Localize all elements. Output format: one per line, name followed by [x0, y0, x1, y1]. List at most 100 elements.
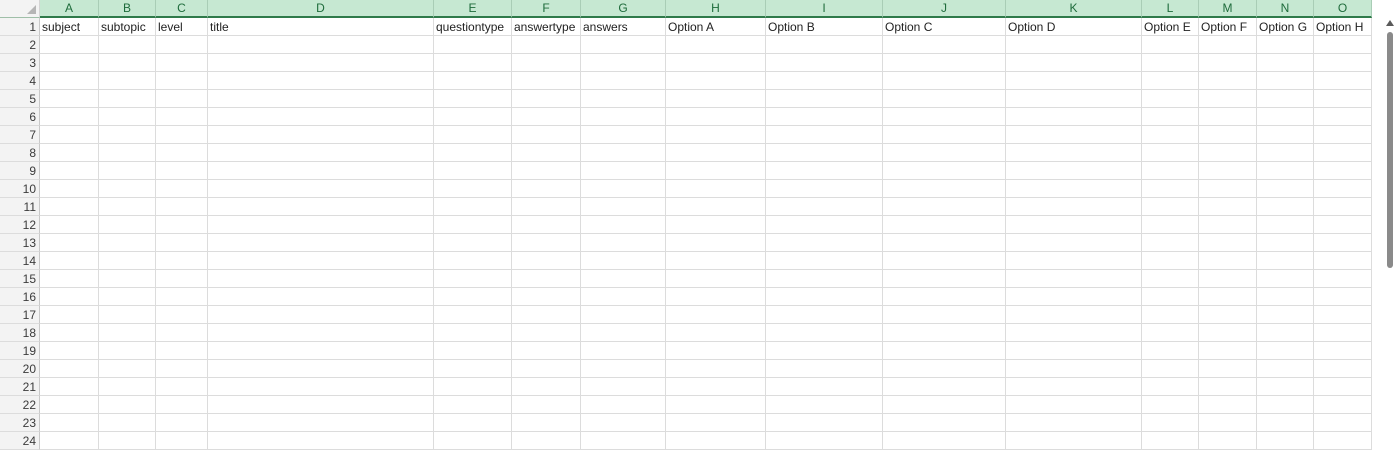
cell-d22[interactable]: [208, 396, 434, 414]
cell-b11[interactable]: [99, 198, 156, 216]
cell-i18[interactable]: [766, 324, 883, 342]
cell-i20[interactable]: [766, 360, 883, 378]
cell-o23[interactable]: [1314, 414, 1372, 432]
cell-i5[interactable]: [766, 90, 883, 108]
cell-n7[interactable]: [1257, 126, 1314, 144]
cell-k22[interactable]: [1006, 396, 1142, 414]
cell-g11[interactable]: [581, 198, 666, 216]
cell-c14[interactable]: [156, 252, 208, 270]
cell-b24[interactable]: [99, 432, 156, 450]
cell-g21[interactable]: [581, 378, 666, 396]
cell-h5[interactable]: [666, 90, 766, 108]
row-header-18[interactable]: 18: [0, 324, 40, 342]
cell-a23[interactable]: [40, 414, 99, 432]
cell-e23[interactable]: [434, 414, 512, 432]
cell-h21[interactable]: [666, 378, 766, 396]
cell-e3[interactable]: [434, 54, 512, 72]
cell-o10[interactable]: [1314, 180, 1372, 198]
cell-o9[interactable]: [1314, 162, 1372, 180]
cell-f6[interactable]: [512, 108, 581, 126]
cell-i10[interactable]: [766, 180, 883, 198]
cell-j9[interactable]: [883, 162, 1006, 180]
cell-o11[interactable]: [1314, 198, 1372, 216]
cell-m4[interactable]: [1199, 72, 1257, 90]
row-header-19[interactable]: 19: [0, 342, 40, 360]
cell-k16[interactable]: [1006, 288, 1142, 306]
cell-k1[interactable]: Option D: [1006, 18, 1142, 36]
cell-b19[interactable]: [99, 342, 156, 360]
cell-o3[interactable]: [1314, 54, 1372, 72]
cell-k24[interactable]: [1006, 432, 1142, 450]
cell-a6[interactable]: [40, 108, 99, 126]
column-header-j[interactable]: J: [883, 0, 1006, 18]
cell-l21[interactable]: [1142, 378, 1199, 396]
cell-c24[interactable]: [156, 432, 208, 450]
cell-f5[interactable]: [512, 90, 581, 108]
cell-e12[interactable]: [434, 216, 512, 234]
column-header-f[interactable]: F: [512, 0, 581, 18]
cell-g24[interactable]: [581, 432, 666, 450]
row-header-13[interactable]: 13: [0, 234, 40, 252]
cell-d18[interactable]: [208, 324, 434, 342]
cell-f24[interactable]: [512, 432, 581, 450]
cell-l9[interactable]: [1142, 162, 1199, 180]
cell-j16[interactable]: [883, 288, 1006, 306]
cell-b4[interactable]: [99, 72, 156, 90]
cell-m7[interactable]: [1199, 126, 1257, 144]
cell-n15[interactable]: [1257, 270, 1314, 288]
cell-h6[interactable]: [666, 108, 766, 126]
cell-e16[interactable]: [434, 288, 512, 306]
cell-f10[interactable]: [512, 180, 581, 198]
row-header-14[interactable]: 14: [0, 252, 40, 270]
cell-o5[interactable]: [1314, 90, 1372, 108]
cell-g14[interactable]: [581, 252, 666, 270]
cell-k13[interactable]: [1006, 234, 1142, 252]
cell-o24[interactable]: [1314, 432, 1372, 450]
row-header-23[interactable]: 23: [0, 414, 40, 432]
cell-h16[interactable]: [666, 288, 766, 306]
cell-j11[interactable]: [883, 198, 1006, 216]
cell-m3[interactable]: [1199, 54, 1257, 72]
cell-h24[interactable]: [666, 432, 766, 450]
cell-k21[interactable]: [1006, 378, 1142, 396]
cell-f16[interactable]: [512, 288, 581, 306]
cell-m1[interactable]: Option F: [1199, 18, 1257, 36]
cell-h1[interactable]: Option A: [666, 18, 766, 36]
cell-o4[interactable]: [1314, 72, 1372, 90]
column-header-l[interactable]: L: [1142, 0, 1199, 18]
cell-j8[interactable]: [883, 144, 1006, 162]
cell-m13[interactable]: [1199, 234, 1257, 252]
cell-n20[interactable]: [1257, 360, 1314, 378]
cell-o15[interactable]: [1314, 270, 1372, 288]
cell-m5[interactable]: [1199, 90, 1257, 108]
cell-d3[interactable]: [208, 54, 434, 72]
cell-l2[interactable]: [1142, 36, 1199, 54]
row-header-6[interactable]: 6: [0, 108, 40, 126]
cell-f2[interactable]: [512, 36, 581, 54]
row-header-10[interactable]: 10: [0, 180, 40, 198]
cell-m6[interactable]: [1199, 108, 1257, 126]
cell-a15[interactable]: [40, 270, 99, 288]
cell-n17[interactable]: [1257, 306, 1314, 324]
cell-m14[interactable]: [1199, 252, 1257, 270]
cell-h4[interactable]: [666, 72, 766, 90]
cell-l16[interactable]: [1142, 288, 1199, 306]
cell-n23[interactable]: [1257, 414, 1314, 432]
cell-a11[interactable]: [40, 198, 99, 216]
cell-f23[interactable]: [512, 414, 581, 432]
cell-e5[interactable]: [434, 90, 512, 108]
cell-m18[interactable]: [1199, 324, 1257, 342]
cell-m23[interactable]: [1199, 414, 1257, 432]
cell-o8[interactable]: [1314, 144, 1372, 162]
cell-b3[interactable]: [99, 54, 156, 72]
cell-e14[interactable]: [434, 252, 512, 270]
cell-c7[interactable]: [156, 126, 208, 144]
row-header-24[interactable]: 24: [0, 432, 40, 450]
cell-g7[interactable]: [581, 126, 666, 144]
cell-c11[interactable]: [156, 198, 208, 216]
cell-g12[interactable]: [581, 216, 666, 234]
cell-n14[interactable]: [1257, 252, 1314, 270]
cell-j15[interactable]: [883, 270, 1006, 288]
cell-n12[interactable]: [1257, 216, 1314, 234]
row-header-11[interactable]: 11: [0, 198, 40, 216]
